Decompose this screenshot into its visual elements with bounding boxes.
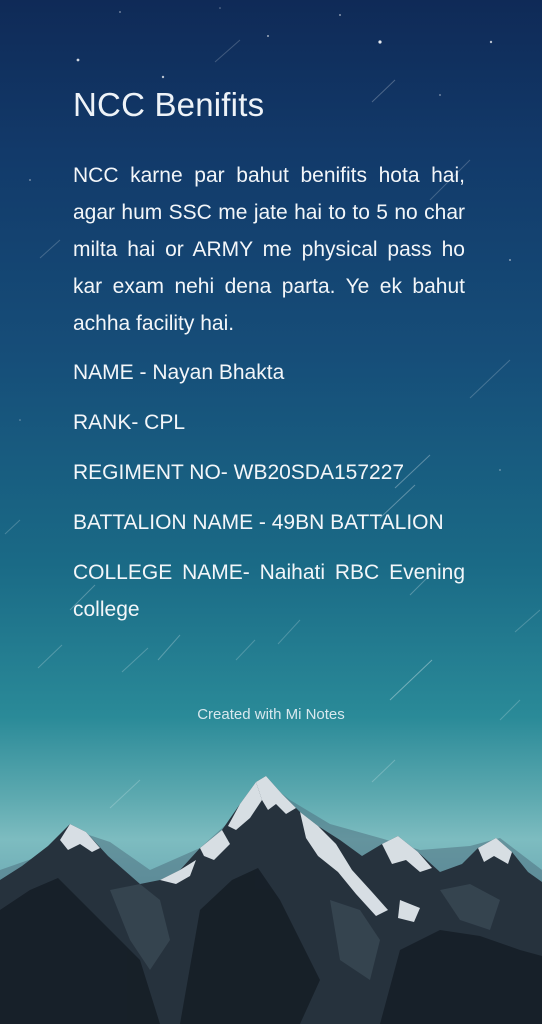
created-with-watermark: Created with Mi Notes	[197, 706, 345, 723]
note-line-regiment-no: REGIMENT NO- WB20SDA157227	[73, 461, 405, 484]
note-line-name: NAME - Nayan Bhakta	[73, 361, 285, 384]
note-line-rank: RANK- CPL	[73, 411, 186, 434]
mountain-range-illustration	[0, 776, 542, 1024]
note-line-college-name: COLLEGE NAME- Naihati RBC Evening colleg…	[73, 561, 465, 621]
note-line-battalion-name: BATTALION NAME - 49BN BATTALION	[73, 511, 444, 534]
note-title: NCC Benifits	[73, 86, 265, 123]
note-content: NCC Benifits NCC karne par bahut benifit…	[73, 86, 465, 641]
note-body-paragraph: NCC karne par bahut benifits hota hai, a…	[73, 164, 465, 335]
